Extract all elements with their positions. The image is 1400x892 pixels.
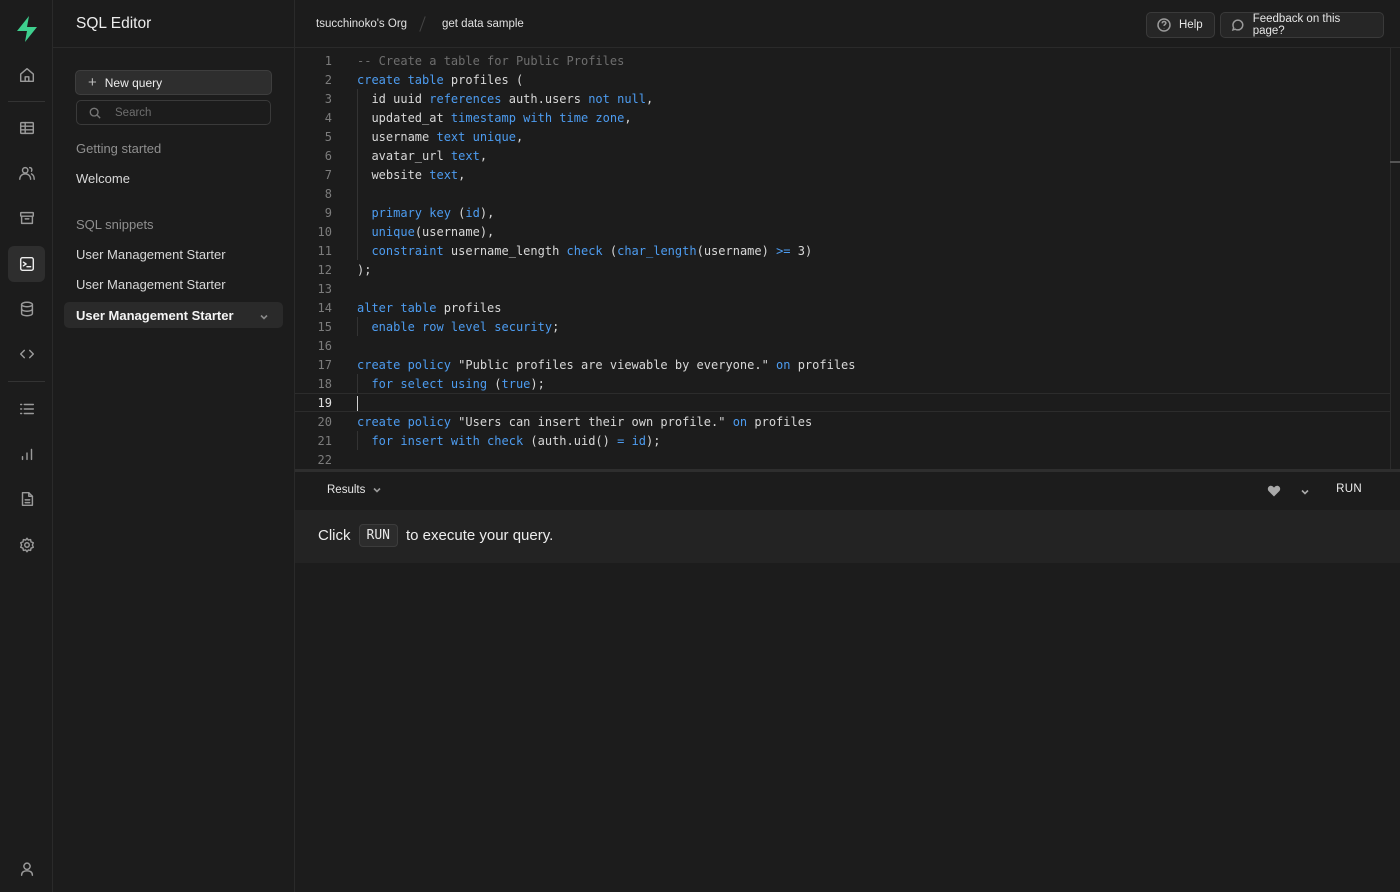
sidebar-item-snippet-selected[interactable]: User Management Starter (64, 302, 283, 328)
code-line: 18 for select using (true); (317, 377, 545, 391)
code-line: 1 -- Create a table for Public Profiles (324, 54, 625, 68)
sql-editor-icon[interactable] (8, 246, 45, 282)
help-button[interactable]: Help (1146, 12, 1215, 38)
code-line: 2 create table profiles ( (324, 73, 524, 87)
supabase-logo-icon[interactable] (14, 15, 40, 43)
code-line: 14 alter table profiles (317, 301, 502, 315)
results-empty-area (295, 563, 1400, 892)
message-bubble-icon (1231, 19, 1244, 32)
code-line: 11 constraint username_length check (cha… (317, 244, 813, 258)
results-dropdown[interactable]: Results (327, 484, 382, 496)
code-line: 3 id uuid references auth.users not null… (324, 92, 654, 106)
breadcrumb-org[interactable]: tsucchinoko's Org (316, 18, 407, 30)
code-line: 7 website text, (324, 168, 466, 182)
scrollbar-marker (1390, 161, 1400, 163)
code-line: 21 for insert with check (auth.uid() = i… (317, 434, 661, 448)
results-panel: Click RUN to execute your query. (295, 510, 1400, 563)
help-label: Help (1179, 19, 1203, 31)
docs-file-icon[interactable] (8, 481, 45, 517)
code-line: 12); (317, 263, 372, 277)
sql-snippets-heading: SQL snippets (76, 217, 154, 232)
database-icon[interactable] (8, 291, 45, 327)
sidebar-item-snippet[interactable]: User Management Starter (76, 277, 226, 292)
text-cursor (357, 396, 358, 411)
help-circle-icon (1157, 18, 1171, 32)
users-icon[interactable] (8, 155, 45, 191)
chevron-down-icon[interactable] (259, 310, 269, 320)
code-line: 4 updated_at timestamp with time zone, (324, 111, 632, 125)
getting-started-heading: Getting started (76, 141, 162, 156)
user-account-icon[interactable] (8, 851, 45, 887)
results-toolbar: Results RUN (295, 472, 1400, 510)
code-line: 17 create policy "Public profiles are vie… (317, 358, 856, 372)
feedback-label: Feedback on this page? (1252, 13, 1341, 37)
logs-list-icon[interactable] (8, 391, 45, 427)
home-icon[interactable] (8, 57, 45, 93)
code-line: 6 avatar_url text, (324, 149, 488, 163)
favorite-heart-icon[interactable] (1267, 484, 1281, 498)
breadcrumb-project[interactable]: get data sample (442, 18, 524, 30)
code-line: 20 create policy "Users can insert their … (317, 415, 813, 429)
breadcrumb-separator (419, 16, 426, 32)
run-key-badge: RUN (358, 524, 398, 547)
hint-text-after: to execute your query. (405, 527, 554, 544)
code-line: 16 (317, 339, 332, 353)
chevron-down-icon[interactable] (1299, 485, 1311, 497)
search-icon (89, 107, 101, 119)
editor-scrollbar[interactable] (1390, 48, 1400, 469)
plus-icon: + (88, 74, 97, 91)
storage-icon[interactable] (8, 200, 45, 236)
code-line: 10 unique(username), (317, 225, 495, 239)
api-code-icon[interactable] (8, 336, 45, 372)
sidebar-item-welcome[interactable]: Welcome (76, 171, 130, 186)
top-bar: tsucchinoko's Org get data sample Help F… (295, 0, 1400, 48)
sql-editor-sidebar: SQL Editor + New query Getting started W… (53, 0, 295, 892)
table-editor-icon[interactable] (8, 110, 45, 146)
code-line: 13 (317, 282, 332, 296)
sql-code-editor[interactable]: 1 -- Create a table for Public Profiles 2… (295, 48, 1400, 469)
new-query-button[interactable]: + New query (75, 70, 272, 95)
results-label: Results (327, 484, 366, 496)
reports-chart-icon[interactable] (8, 436, 45, 472)
search-input[interactable] (115, 106, 265, 119)
sidebar-header-divider (53, 47, 295, 48)
rail-divider (8, 381, 45, 382)
sidebar-title: SQL Editor (76, 15, 152, 32)
feedback-button[interactable]: Feedback on this page? (1220, 12, 1384, 38)
snippet-label: User Management Starter (76, 307, 234, 323)
code-line: 15 enable row level security; (317, 320, 560, 334)
new-query-label: New query (104, 75, 163, 90)
code-line: 9 primary key (id), (324, 206, 495, 220)
chevron-down-icon (373, 487, 381, 493)
run-button[interactable]: RUN (1336, 483, 1362, 495)
settings-gear-icon[interactable] (8, 527, 45, 563)
sidebar-item-snippet[interactable]: User Management Starter (76, 247, 226, 262)
code-line: 22 (317, 453, 332, 467)
search-box[interactable] (76, 100, 271, 125)
code-line-active[interactable]: 19 (295, 393, 1390, 412)
icon-rail (0, 0, 53, 892)
hint-text-before: Click (318, 527, 351, 544)
run-hint: Click RUN to execute your query. (318, 524, 553, 547)
code-line: 5 username text unique, (324, 130, 524, 144)
rail-divider (8, 101, 45, 102)
code-line: 8 (324, 187, 332, 201)
